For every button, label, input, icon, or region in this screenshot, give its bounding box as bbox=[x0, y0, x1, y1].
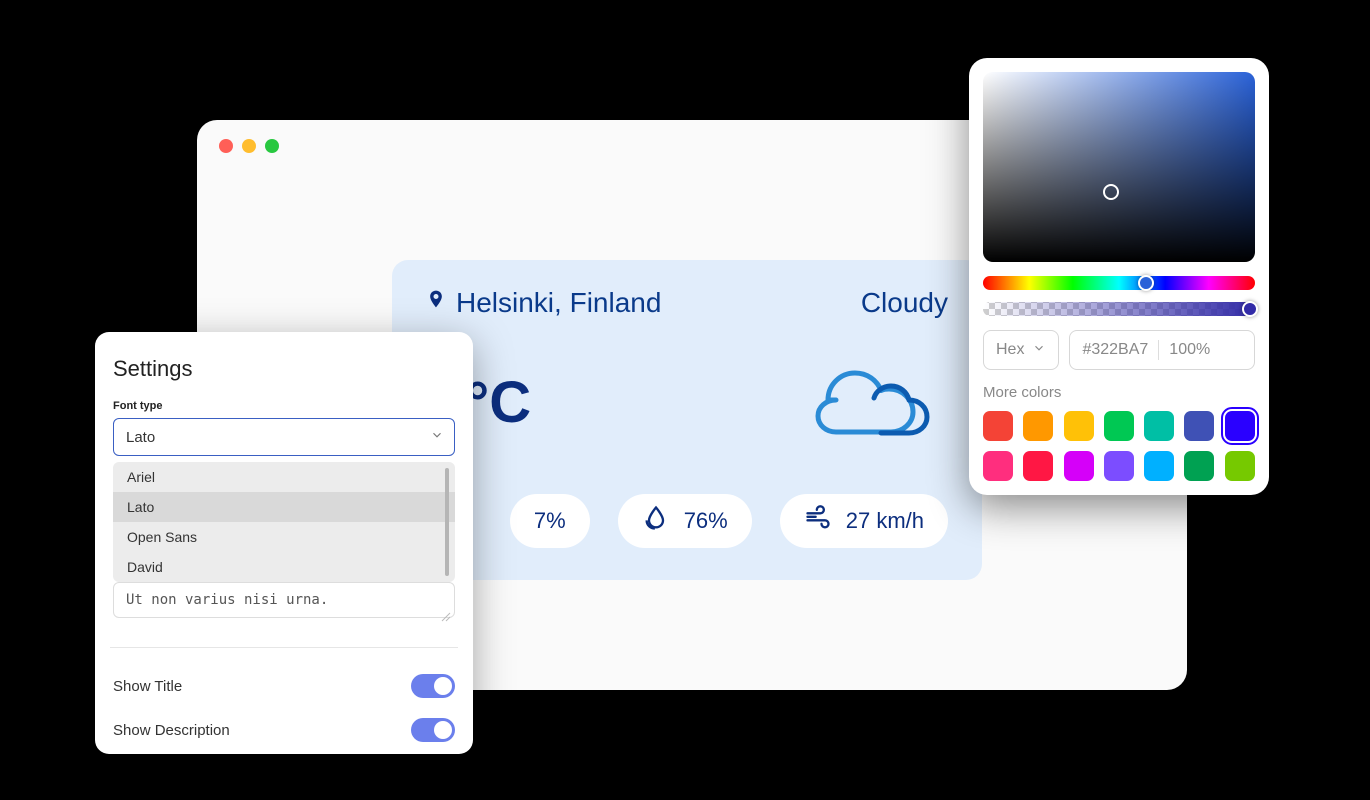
metric-cloudiness-value: 7% bbox=[534, 508, 566, 534]
chevron-down-icon bbox=[1032, 341, 1046, 360]
font-option-opensans[interactable]: Open Sans bbox=[113, 522, 455, 552]
color-swatch-6[interactable] bbox=[1225, 411, 1255, 441]
alpha-slider[interactable] bbox=[983, 302, 1255, 316]
show-description-label: Show Description bbox=[113, 722, 230, 739]
divider bbox=[110, 647, 458, 648]
location-text: Helsinki, Finland bbox=[456, 287, 661, 319]
traffic-light-minimize-icon[interactable] bbox=[242, 139, 256, 153]
color-swatch-3[interactable] bbox=[1104, 411, 1134, 441]
alpha-thumb-icon[interactable] bbox=[1242, 301, 1258, 317]
color-format-select[interactable]: Hex bbox=[983, 330, 1059, 370]
cloud-icon bbox=[806, 355, 936, 450]
chevron-down-icon bbox=[430, 428, 444, 446]
show-title-label: Show Title bbox=[113, 678, 182, 695]
color-swatch-2[interactable] bbox=[1064, 411, 1094, 441]
color-swatch-4[interactable] bbox=[1144, 411, 1174, 441]
settings-panel: Settings Font type Lato Ariel Lato Open … bbox=[95, 332, 473, 754]
weather-temperature: °C bbox=[466, 369, 531, 436]
font-type-label: Font type bbox=[113, 400, 455, 412]
font-dropdown: Ariel Lato Open Sans David bbox=[113, 462, 455, 582]
saturation-value-panel[interactable] bbox=[983, 72, 1255, 262]
color-picker: Hex #322BA7 100% More colors bbox=[969, 58, 1269, 495]
hue-thumb-icon[interactable] bbox=[1138, 275, 1154, 291]
traffic-light-close-icon[interactable] bbox=[219, 139, 233, 153]
sv-cursor-icon[interactable] bbox=[1103, 184, 1119, 200]
color-format-label: Hex bbox=[996, 341, 1024, 359]
color-swatch-13[interactable] bbox=[1225, 451, 1255, 481]
font-select-value: Lato bbox=[126, 429, 155, 446]
font-option-david[interactable]: David bbox=[113, 552, 455, 582]
font-option-lato[interactable]: Lato bbox=[113, 492, 455, 522]
metric-cloudiness: 7% bbox=[510, 494, 590, 548]
font-select[interactable]: Lato bbox=[113, 418, 455, 456]
color-swatches bbox=[983, 411, 1255, 481]
metric-wind: 27 km/h bbox=[780, 494, 948, 548]
color-swatch-5[interactable] bbox=[1184, 411, 1214, 441]
dropdown-scrollbar[interactable] bbox=[445, 468, 449, 576]
resize-handle-icon[interactable] bbox=[441, 609, 451, 619]
color-swatch-9[interactable] bbox=[1064, 451, 1094, 481]
hex-value: #322BA7 bbox=[1082, 341, 1148, 359]
color-value-field[interactable]: #322BA7 100% bbox=[1069, 330, 1255, 370]
show-description-toggle[interactable] bbox=[411, 718, 455, 742]
location-pin-icon bbox=[426, 286, 446, 319]
weather-location: Helsinki, Finland bbox=[426, 286, 661, 319]
wind-icon bbox=[804, 504, 832, 538]
settings-title: Settings bbox=[113, 356, 455, 382]
color-swatch-7[interactable] bbox=[983, 451, 1013, 481]
color-swatch-1[interactable] bbox=[1023, 411, 1053, 441]
color-swatch-11[interactable] bbox=[1144, 451, 1174, 481]
hue-slider[interactable] bbox=[983, 276, 1255, 290]
weather-condition: Cloudy bbox=[861, 287, 948, 319]
value-divider bbox=[1158, 340, 1159, 360]
humidity-icon bbox=[642, 504, 670, 538]
color-swatch-8[interactable] bbox=[1023, 451, 1053, 481]
font-option-ariel[interactable]: Ariel bbox=[113, 462, 455, 492]
metric-wind-value: 27 km/h bbox=[846, 508, 924, 534]
color-swatch-10[interactable] bbox=[1104, 451, 1134, 481]
alpha-value: 100% bbox=[1169, 341, 1210, 359]
metric-humidity: 76% bbox=[618, 494, 752, 548]
more-colors-label: More colors bbox=[983, 384, 1255, 401]
color-swatch-12[interactable] bbox=[1184, 451, 1214, 481]
weather-card: Helsinki, Finland Cloudy °C 7% 76% bbox=[392, 260, 982, 580]
metric-humidity-value: 76% bbox=[684, 508, 728, 534]
traffic-light-zoom-icon[interactable] bbox=[265, 139, 279, 153]
font-preview-input[interactable] bbox=[113, 582, 455, 618]
color-swatch-0[interactable] bbox=[983, 411, 1013, 441]
show-title-toggle[interactable] bbox=[411, 674, 455, 698]
